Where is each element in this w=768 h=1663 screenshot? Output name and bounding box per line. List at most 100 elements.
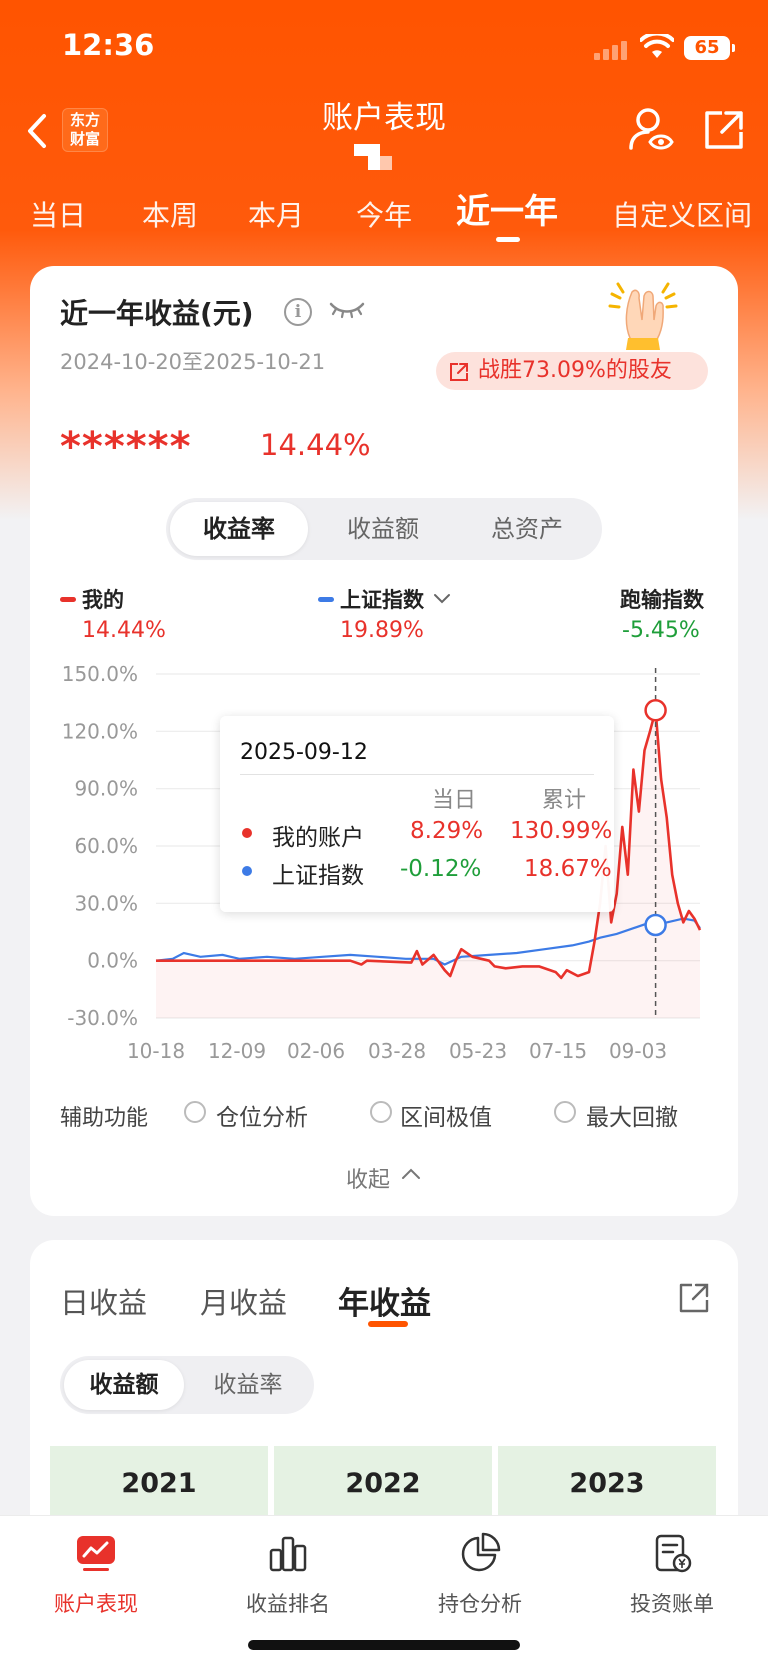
period-tab-indicator	[496, 237, 520, 242]
tab-today[interactable]: 当日	[30, 194, 86, 234]
tab-this-week[interactable]: 本周	[142, 194, 198, 234]
y-tick-label: 90.0%	[74, 777, 138, 801]
legend-index-marker	[318, 597, 334, 602]
logo-text-top: 东方	[69, 111, 100, 129]
radio-max-drawdown[interactable]	[554, 1101, 576, 1123]
tooltip-mine-daily: 8.29%	[410, 818, 484, 844]
x-tick-label: 02-06	[287, 1039, 345, 1060]
nav-return-ranking[interactable]: 收益排名	[192, 1532, 384, 1618]
segment-return-rate[interactable]: 收益率	[170, 502, 308, 556]
app-logo: 东方 财富	[62, 108, 108, 152]
tooltip-mine-name: 我的账户	[272, 825, 364, 851]
nav-label-holdings: 持仓分析	[438, 1592, 522, 1616]
masked-profit-amount: ******	[60, 424, 192, 470]
clapping-hands-icon	[608, 282, 678, 350]
legend-index-label[interactable]: 上证指数	[340, 584, 424, 614]
legend-mine-value: 14.44%	[82, 618, 166, 643]
yield-tab-indicator	[368, 1321, 408, 1327]
tooltip-index-cumulative: 18.67%	[524, 856, 612, 882]
legend-diff-value: -5.45%	[622, 618, 700, 643]
x-tick-label: 09-03	[609, 1039, 667, 1060]
hide-amount-icon[interactable]	[328, 298, 366, 322]
option-max-drawdown[interactable]: 最大回撤	[586, 1098, 678, 1132]
tab-this-month[interactable]: 本月	[248, 194, 304, 234]
x-tick-label: 07-15	[529, 1039, 587, 1060]
wifi-icon	[640, 34, 674, 58]
share-link-icon	[450, 363, 468, 381]
x-tick-label: 10-18	[127, 1039, 185, 1060]
beat-peers-badge[interactable]: 战胜73.09%的股友	[436, 352, 708, 390]
segment-yield-rate[interactable]: 收益率	[188, 1360, 308, 1410]
y-tick-label: 0.0%	[87, 949, 138, 973]
tooltip-col-cumulative: 累计	[542, 788, 587, 813]
back-arrow-icon[interactable]	[22, 110, 52, 152]
legend-diff-label: 跑输指数	[620, 588, 704, 612]
chart-tooltip: 2025-09-12 当日 累计 我的账户 8.29% 130.99% 上证指数…	[220, 716, 614, 912]
export-icon[interactable]	[676, 1280, 712, 1316]
share-icon[interactable]	[702, 108, 746, 152]
card-title: 近一年收益(元)	[60, 297, 254, 330]
metric-segmented-control: 收益率 收益额 总资产	[166, 498, 602, 560]
segment-total-assets[interactable]: 总资产	[458, 502, 596, 556]
tab-custom-range[interactable]: 自定义区间	[612, 194, 752, 234]
x-tick-label: 05-23	[449, 1039, 507, 1060]
tab-last-year[interactable]: 近一年	[456, 184, 558, 233]
option-range-extreme[interactable]: 区间极值	[400, 1098, 492, 1132]
tooltip-mine-dot	[242, 828, 252, 838]
y-tick-label: -30.0%	[67, 1006, 138, 1030]
aux-functions-label: 辅助功能	[60, 1106, 149, 1131]
user-privacy-icon[interactable]	[628, 106, 674, 152]
nav-holdings-analysis[interactable]: 持仓分析	[384, 1532, 576, 1618]
chevron-up-icon[interactable]	[400, 1166, 422, 1182]
tooltip-index-dot	[242, 866, 252, 876]
nav-investment-bill[interactable]: 投资账单	[576, 1532, 768, 1618]
tab-daily-yield[interactable]: 日收益	[60, 1280, 147, 1322]
date-range: 2024-10-20至2025-10-21	[60, 350, 326, 374]
y-tick-label: 30.0%	[74, 891, 138, 915]
tooltip-divider	[240, 774, 594, 775]
y-tick-label: 120.0%	[62, 719, 138, 743]
masked-account-mark	[354, 144, 392, 170]
status-time: 12:36	[62, 28, 155, 62]
nav-label-ranking: 收益排名	[246, 1592, 330, 1616]
nav-label-bill: 投资账单	[630, 1592, 714, 1616]
tab-yearly-yield[interactable]: 年收益	[338, 1278, 431, 1323]
segment-yield-amount[interactable]: 收益额	[64, 1360, 184, 1410]
tooltip-index-name: 上证指数	[272, 863, 364, 889]
y-tick-label: 150.0%	[62, 662, 138, 686]
pie-chart-icon	[461, 1532, 501, 1572]
cell-signal-icon	[594, 38, 630, 60]
segment-return-amount[interactable]: 收益额	[314, 502, 452, 556]
tab-this-year[interactable]: 今年	[356, 194, 412, 234]
tooltip-index-daily: -0.12%	[400, 856, 482, 882]
option-position-analysis[interactable]: 仓位分析	[216, 1098, 308, 1132]
tooltip-mine-cumulative: 130.99%	[510, 818, 613, 844]
nav-label-performance: 账户表现	[54, 1592, 138, 1616]
home-indicator	[248, 1640, 520, 1650]
battery-indicator: 65	[684, 36, 735, 60]
y-tick-label: 60.0%	[74, 834, 138, 858]
legend-mine-marker	[60, 597, 76, 602]
x-tick-label: 12-09	[208, 1039, 266, 1060]
collapse-button[interactable]: 收起	[346, 1162, 390, 1194]
marker-index	[644, 913, 667, 937]
page-title: 账户表现	[322, 100, 446, 136]
yield-segmented-control: 收益额 收益率	[60, 1356, 314, 1414]
info-icon[interactable]: i	[284, 298, 312, 326]
tooltip-col-daily: 当日	[432, 788, 477, 813]
tab-monthly-yield[interactable]: 月收益	[200, 1280, 287, 1322]
bar-chart-icon	[269, 1536, 307, 1572]
radio-range-extreme[interactable]	[370, 1101, 392, 1123]
chevron-down-icon[interactable]	[432, 592, 452, 606]
x-tick-label: 03-28	[368, 1039, 426, 1060]
marker-mine	[644, 699, 667, 722]
trend-chart-icon	[77, 1536, 115, 1571]
legend-index-value: 19.89%	[340, 618, 424, 643]
radio-position-analysis[interactable]	[184, 1101, 206, 1123]
tooltip-date: 2025-09-12	[240, 740, 368, 765]
logo-text-bottom: 财富	[69, 130, 100, 148]
total-return-rate: 14.44%	[260, 428, 371, 462]
nav-account-performance[interactable]: 账户表现	[0, 1532, 192, 1618]
legend-mine-label: 我的	[82, 588, 124, 612]
bill-icon	[655, 1534, 692, 1573]
